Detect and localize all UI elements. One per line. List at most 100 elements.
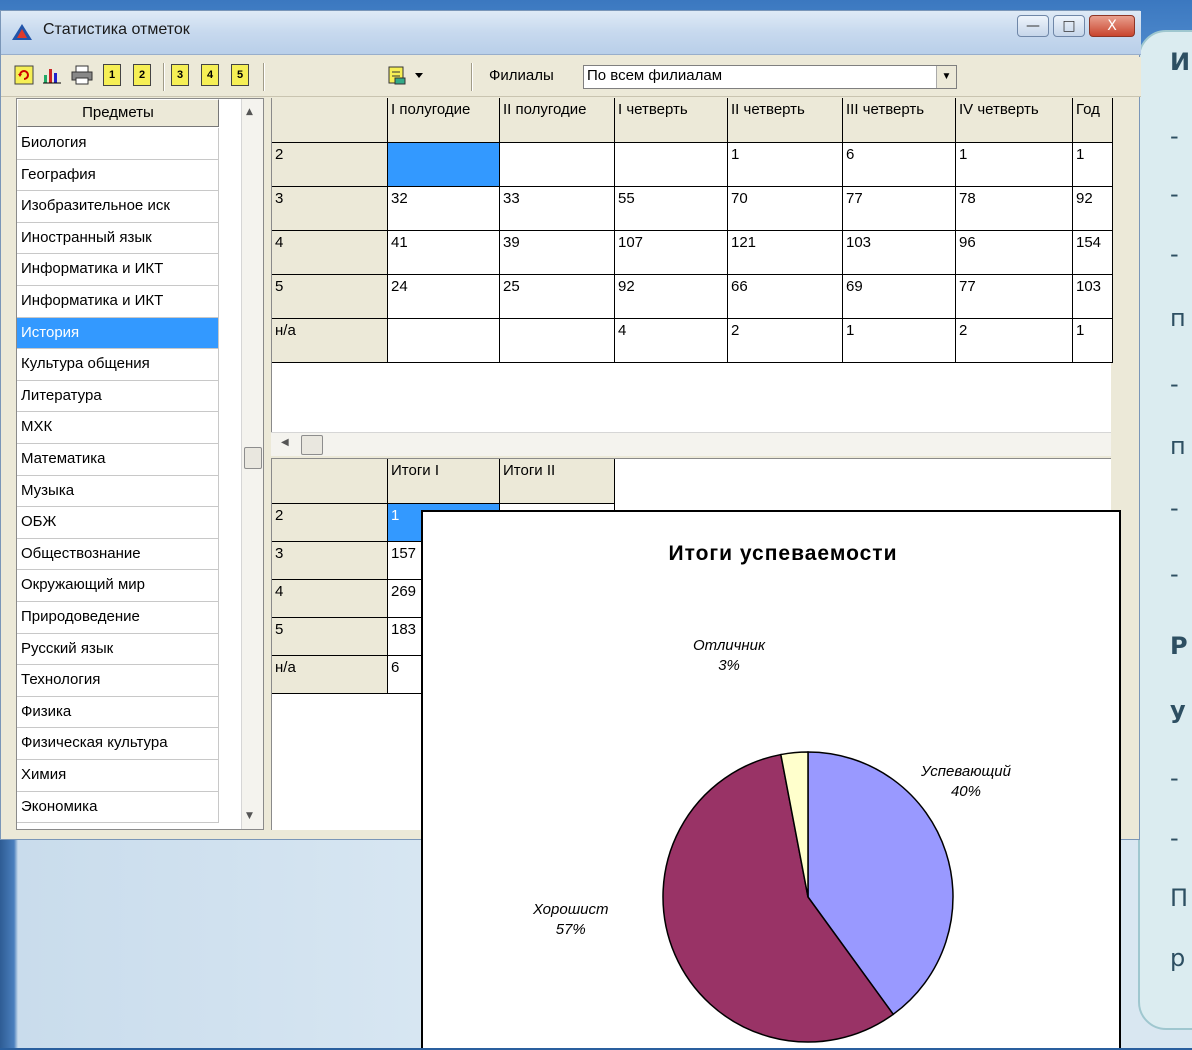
table-cell[interactable] (615, 143, 728, 187)
grade-2-button[interactable]: 2 (133, 64, 151, 86)
table-cell[interactable]: 2 (956, 319, 1073, 363)
table-cell[interactable]: 103 (843, 231, 956, 275)
refresh-icon[interactable] (13, 63, 35, 87)
horizontal-scrollbar[interactable]: ◀ (271, 432, 1111, 456)
scrollbar-thumb[interactable] (244, 447, 262, 469)
table-cell[interactable]: 4 (615, 319, 728, 363)
minimize-button[interactable]: — (1017, 15, 1049, 37)
column-header[interactable]: Итоги II (500, 459, 615, 504)
print-icon[interactable] (71, 63, 93, 87)
scrollbar-thumb[interactable] (301, 435, 323, 455)
subject-item[interactable]: Информатика и ИКТ (17, 254, 219, 286)
subject-item[interactable]: Культура общения (17, 349, 219, 381)
table-cell[interactable]: 78 (956, 187, 1073, 231)
table-cell[interactable]: 39 (500, 231, 615, 275)
subjects-scrollbar[interactable]: ▲ ▼ (241, 99, 263, 829)
title-bar[interactable]: Статистика отметок — □ X (1, 11, 1141, 55)
table-corner (272, 459, 388, 504)
chart-icon[interactable] (41, 63, 63, 87)
table-cell[interactable]: 41 (388, 231, 500, 275)
table-cell[interactable] (388, 319, 500, 363)
table-cell[interactable]: 69 (843, 275, 956, 319)
toolbar: 1 2 3 4 5 Филиалы По всем филиалам ▼ (1, 57, 1141, 97)
scroll-down-icon[interactable]: ▼ (246, 811, 253, 821)
app-icon (12, 24, 32, 40)
subject-item[interactable]: Окружающий мир (17, 570, 219, 602)
subject-item[interactable]: Химия (17, 760, 219, 792)
scroll-left-icon[interactable]: ◀ (281, 437, 289, 448)
close-button[interactable]: X (1089, 15, 1135, 37)
subject-item[interactable]: Изобразительное иск (17, 191, 219, 223)
callout-panel: И - - - п - п - - Ру - - Пр (1138, 30, 1192, 1030)
column-header[interactable]: I полугодие (388, 98, 500, 143)
grade-5-button[interactable]: 5 (231, 64, 249, 86)
pie-chart (662, 751, 954, 1043)
table-cell[interactable]: 92 (615, 275, 728, 319)
table-cell[interactable]: 66 (728, 275, 843, 319)
subjects-header[interactable]: Предметы (17, 99, 219, 127)
grade-4-button[interactable]: 4 (201, 64, 219, 86)
table-cell[interactable]: 25 (500, 275, 615, 319)
column-header[interactable]: II полугодие (500, 98, 615, 143)
table-cell[interactable] (388, 143, 500, 187)
subject-item[interactable]: ОБЖ (17, 507, 219, 539)
export-icon[interactable] (387, 63, 427, 87)
table-cell[interactable]: 1 (1073, 143, 1113, 187)
subject-item[interactable]: Биология (17, 128, 219, 160)
table-cell[interactable]: 121 (728, 231, 843, 275)
table-cell[interactable]: 77 (956, 275, 1073, 319)
chevron-down-icon[interactable]: ▼ (936, 66, 956, 88)
table-cell[interactable]: 107 (615, 231, 728, 275)
row-header: 2 (272, 504, 388, 542)
close-icon: X (1107, 18, 1117, 34)
table-cell[interactable]: 1 (728, 143, 843, 187)
subject-item[interactable]: История (17, 317, 219, 350)
column-header[interactable]: I четверть (615, 98, 728, 143)
callout-text-line: п (1170, 304, 1186, 332)
subject-item[interactable]: Экономика (17, 791, 219, 824)
subject-item[interactable]: Русский язык (17, 633, 219, 666)
table-cell[interactable]: 96 (956, 231, 1073, 275)
column-header[interactable]: III четверть (843, 98, 956, 143)
scroll-up-icon[interactable]: ▲ (246, 107, 253, 117)
subject-item[interactable]: Информатика и ИКТ (17, 286, 219, 318)
filials-select[interactable]: По всем филиалам ▼ (583, 65, 957, 89)
column-header[interactable]: Год (1073, 98, 1113, 143)
subject-item[interactable]: География (17, 159, 219, 192)
column-header[interactable]: Итоги I (388, 459, 500, 504)
column-header[interactable]: IV четверть (956, 98, 1073, 143)
table-cell[interactable] (500, 143, 615, 187)
table-cell[interactable]: 33 (500, 187, 615, 231)
table-cell[interactable]: 6 (843, 143, 956, 187)
subject-item[interactable]: Физическая культура (17, 728, 219, 760)
grade-1-button[interactable]: 1 (103, 64, 121, 86)
table-cell[interactable]: 77 (843, 187, 956, 231)
callout-text-line: - (1170, 824, 1179, 852)
subject-item[interactable]: Физика (17, 696, 219, 729)
table-cell[interactable]: 70 (728, 187, 843, 231)
subject-item[interactable]: Иностранный язык (17, 222, 219, 255)
table-cell[interactable]: 154 (1073, 231, 1113, 275)
table-cell[interactable]: 103 (1073, 275, 1113, 319)
subject-item[interactable]: Природоведение (17, 602, 219, 634)
table-cell[interactable]: 24 (388, 275, 500, 319)
toolbar-separator (163, 63, 165, 91)
table-cell[interactable]: 55 (615, 187, 728, 231)
table-cell[interactable]: 1 (956, 143, 1073, 187)
table-cell[interactable] (500, 319, 615, 363)
subject-item[interactable]: Математика (17, 444, 219, 476)
table-cell[interactable]: 32 (388, 187, 500, 231)
pie-label: Хорошист 57% (533, 900, 609, 940)
table-cell[interactable]: 1 (843, 319, 956, 363)
maximize-button[interactable]: □ (1053, 15, 1085, 37)
subject-item[interactable]: Музыка (17, 475, 219, 508)
subject-item[interactable]: Технология (17, 665, 219, 697)
subject-item[interactable]: Обществознание (17, 538, 219, 571)
grade-3-button[interactable]: 3 (171, 64, 189, 86)
column-header[interactable]: II четверть (728, 98, 843, 143)
table-cell[interactable]: 1 (1073, 319, 1113, 363)
table-cell[interactable]: 92 (1073, 187, 1113, 231)
table-cell[interactable]: 2 (728, 319, 843, 363)
subject-item[interactable]: Литература (17, 380, 219, 413)
subject-item[interactable]: МХК (17, 412, 219, 444)
